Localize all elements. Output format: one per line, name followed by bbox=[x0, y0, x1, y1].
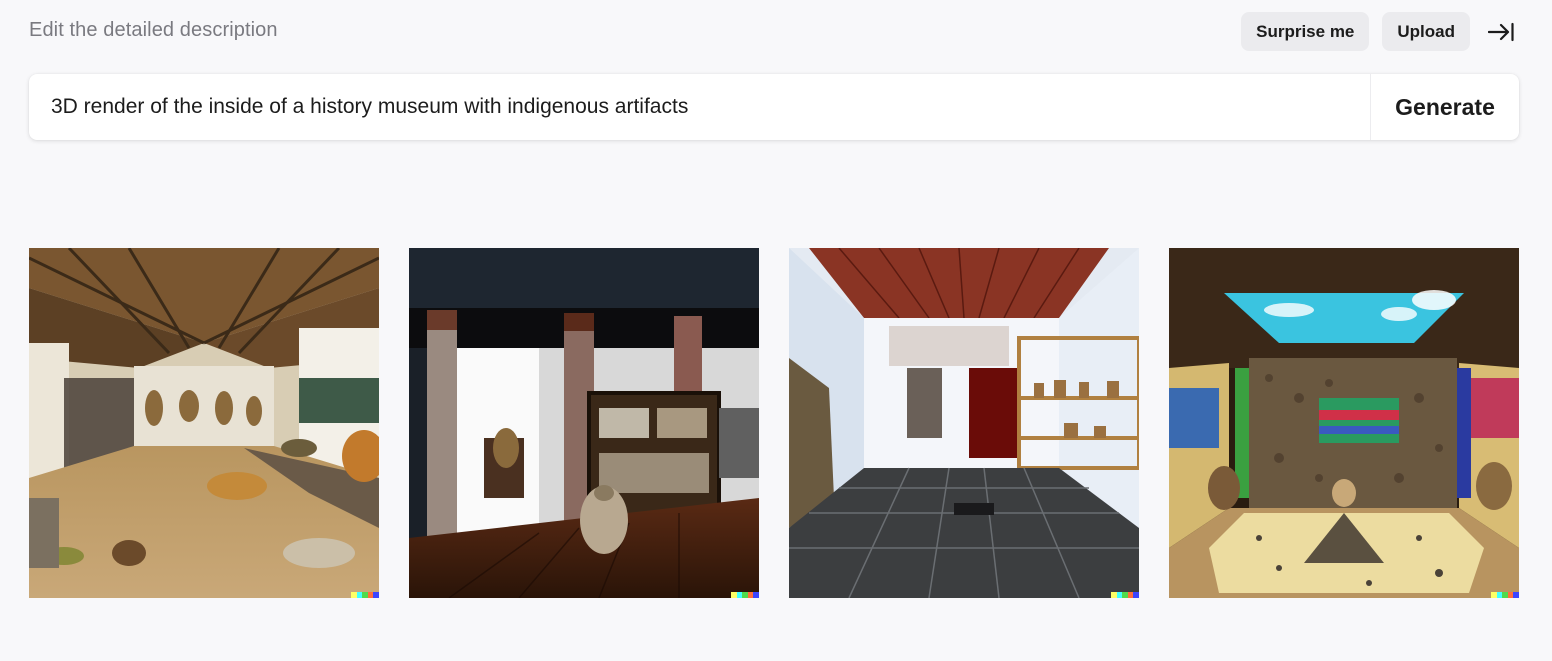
signature-mark bbox=[351, 592, 379, 598]
signature-mark bbox=[1491, 592, 1519, 598]
museum-image-3[interactable] bbox=[789, 248, 1139, 598]
top-bar: Edit the detailed description Surprise m… bbox=[29, 12, 1519, 52]
signature-mark bbox=[1111, 592, 1139, 598]
museum-image-2[interactable] bbox=[409, 248, 759, 598]
arrow-right-to-line-icon bbox=[1488, 22, 1514, 41]
description-hint: Edit the detailed description bbox=[29, 19, 278, 41]
museum-render-3 bbox=[789, 248, 1139, 598]
museum-render-4 bbox=[1169, 248, 1519, 598]
surprise-me-button[interactable]: Surprise me bbox=[1241, 12, 1370, 51]
header-actions: Surprise me Upload bbox=[1241, 12, 1519, 51]
image-gallery bbox=[29, 248, 1519, 598]
collapse-panel-button[interactable] bbox=[1483, 12, 1519, 51]
upload-button[interactable]: Upload bbox=[1382, 12, 1470, 51]
museum-render-2 bbox=[409, 248, 759, 598]
museum-render-1 bbox=[29, 248, 379, 598]
museum-image-4[interactable] bbox=[1169, 248, 1519, 598]
prompt-input[interactable] bbox=[29, 74, 1370, 140]
museum-image-1[interactable] bbox=[29, 248, 379, 598]
signature-mark bbox=[731, 592, 759, 598]
generate-button[interactable]: Generate bbox=[1370, 74, 1519, 140]
prompt-bar: Generate bbox=[29, 74, 1519, 140]
